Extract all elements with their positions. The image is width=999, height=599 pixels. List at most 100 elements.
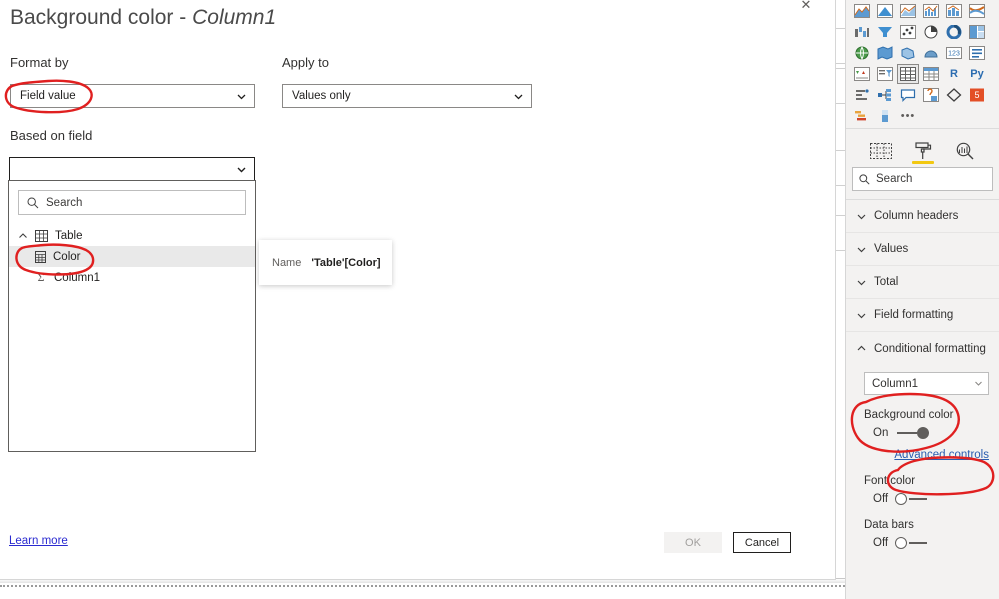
format-section-total[interactable]: Total [846,266,999,299]
format-section-column-headers[interactable]: Column headers [846,200,999,233]
conditional-formatting-column-select[interactable]: Column1 [864,372,989,395]
field-picker-dropdown: Search Table Color Σ Column1 [8,180,256,452]
table-icon [35,229,48,242]
python-visual-icon[interactable]: Py [967,65,987,83]
font-color-label: Font color [864,475,916,487]
pane-tabs [846,129,999,164]
viz-row: ••• [852,107,995,125]
background-color-toggle-state: On [873,427,889,439]
format-section-label: Total [874,276,899,288]
viz-row [852,2,995,20]
field-tree-item-label: Color [53,250,81,263]
chevron-down-icon [857,214,866,219]
chevron-down-icon [857,247,866,252]
advanced-controls-link[interactable]: Advanced controls [846,449,989,461]
key-influencers-icon[interactable] [852,86,872,104]
chevron-up-icon [19,232,27,238]
kpi-icon[interactable] [852,65,872,83]
gantt-icon[interactable] [852,107,872,125]
format-section-field-formatting[interactable]: Field formatting [846,299,999,332]
viz-row [852,23,995,41]
format-section-values[interactable]: Values [846,233,999,266]
data-bars-label: Data bars [864,519,914,531]
apply-to-label: Apply to [282,55,329,70]
format-section-label: Field formatting [874,309,954,321]
r-visual-icon[interactable]: R [944,65,964,83]
background-color-dialog: ✕ Background color - Column1 Format by F… [0,0,836,580]
donut-chart-icon[interactable] [944,23,964,41]
table-icon[interactable] [897,64,919,84]
chevron-down-icon [514,94,523,99]
field-tree: Table Color Σ Column1 [9,225,255,288]
field-tree-item-column1[interactable]: Σ Column1 [9,267,255,288]
line-clustered-column-icon[interactable] [921,2,941,20]
svg-text:123: 123 [948,51,960,58]
dialog-title-main: Background color - [10,6,193,29]
line-stacked-column-icon[interactable] [944,2,964,20]
ribbon-chart-icon[interactable] [967,2,987,20]
filled-map-icon[interactable] [875,44,895,62]
field-tree-item-color[interactable]: Color [9,246,255,267]
format-pane-tab[interactable] [910,139,936,164]
azure-map-icon[interactable] [921,44,941,62]
qa-visual-icon[interactable] [898,86,918,104]
cancel-button[interactable]: Cancel [733,532,791,553]
html-viewer-icon[interactable]: 5 [967,86,987,104]
funnel-chart-icon[interactable] [875,23,895,41]
data-bars-toggle[interactable] [895,537,929,549]
field-tree-table-node[interactable]: Table [9,225,255,246]
format-section-label: Column headers [874,210,959,222]
paginated-report-icon[interactable] [944,86,964,104]
canvas-dotted-border [0,585,845,587]
viz-row: R Py [852,64,995,84]
background-color-label: Background color [864,409,954,421]
font-color-toggle-row[interactable]: Off [873,493,999,505]
data-bars-toggle-row[interactable]: Off [873,537,999,549]
matrix-icon[interactable] [921,65,941,83]
sigma-icon: Σ [37,270,45,284]
ok-button[interactable]: OK [664,532,722,553]
field-tooltip-key: Name [272,256,302,269]
format-by-label: Format by [10,55,69,70]
shape-map-icon[interactable] [898,44,918,62]
data-bars-toggle-state: Off [873,537,889,549]
treemap-icon[interactable] [967,23,987,41]
field-tooltip: Name 'Table'[Color] [259,240,392,285]
conditional-formatting-body: Column1 Background color On Advanced con… [846,365,999,549]
chevron-down-icon [857,280,866,285]
learn-more-link[interactable]: Learn more [9,535,68,547]
background-color-toggle-row[interactable]: On [873,427,999,439]
format-search-placeholder: Search [876,173,913,185]
scatter-chart-icon[interactable] [898,23,918,41]
column-icon [35,250,46,263]
based-on-field-select[interactable] [9,157,255,181]
close-icon[interactable]: ✕ [795,0,817,16]
analytics-pane-tab[interactable] [952,139,978,163]
multi-row-card-icon[interactable] [967,44,987,62]
viz-row: 123 [852,44,995,62]
apply-to-select[interactable]: Values only [282,84,532,108]
card-icon[interactable]: 123 [944,44,964,62]
font-color-toggle[interactable] [895,493,929,505]
area-chart-icon[interactable] [852,2,872,20]
format-search-input[interactable]: Search [852,167,993,191]
format-by-select[interactable]: Field value [10,84,255,108]
more-options-icon[interactable]: ••• [898,107,918,125]
map-icon[interactable] [852,44,872,62]
waterfall-chart-icon[interactable] [852,23,872,41]
fields-pane-tab[interactable] [868,139,894,163]
field-search-input[interactable]: Search [18,190,246,215]
decomposition-tree-icon[interactable] [875,86,895,104]
smart-narrative-icon[interactable] [921,86,941,104]
field-tooltip-value: 'Table'[Color] [311,256,381,269]
pie-chart-icon[interactable] [921,23,941,41]
bullet-chart-icon[interactable] [875,107,895,125]
background-color-toggle[interactable] [895,427,930,439]
filled-area-chart-icon[interactable] [875,2,895,20]
chevron-down-icon [237,167,246,172]
line-area-chart-icon[interactable] [898,2,918,20]
conditional-formatting-column-value: Column1 [872,377,919,390]
slicer-icon[interactable] [875,65,895,83]
visualizations-and-format-pane: 123 R Py 5 ••• Search Column headers Val… [845,0,999,599]
format-section-conditional-formatting[interactable]: Conditional formatting [846,332,999,365]
